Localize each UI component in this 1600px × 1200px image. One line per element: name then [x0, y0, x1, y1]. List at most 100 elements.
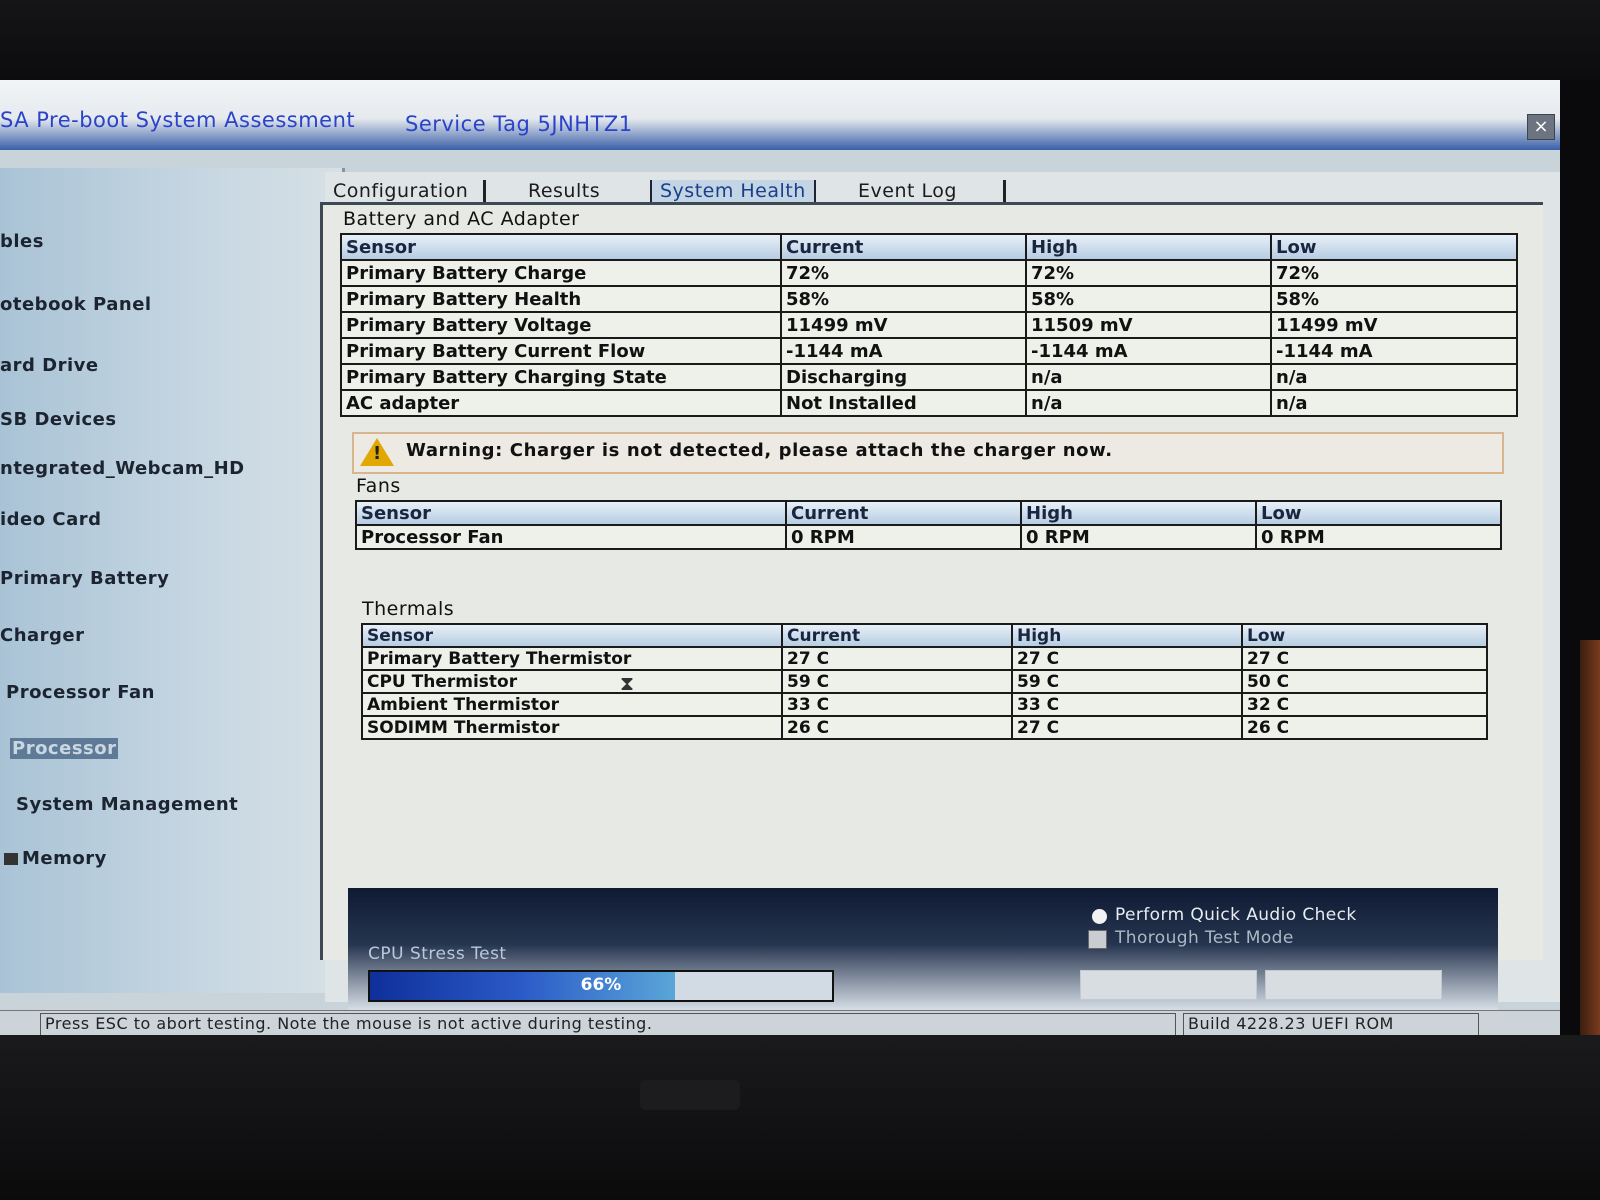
- tab-event-log[interactable]: Event Log: [850, 180, 965, 202]
- table-row: Primary Battery Charge 72% 72% 72%: [340, 259, 1518, 287]
- battery-table: Sensor Current High Low Primary Battery …: [340, 233, 1518, 417]
- table-cell: 32 C: [1241, 692, 1488, 717]
- table-row: Primary Battery Charging State Dischargi…: [340, 363, 1518, 391]
- table-row: CPU Thermistor 59 C 59 C 50 C: [361, 669, 1488, 694]
- cpu-stress-test-label: CPU Stress Test: [368, 944, 507, 964]
- table-cell: SODIMM Thermistor: [361, 715, 783, 740]
- thorough-test-label: Thorough Test Mode: [1115, 928, 1294, 948]
- column-header: Sensor: [361, 623, 783, 648]
- table-cell: CPU Thermistor: [361, 669, 783, 694]
- sidebar-item-primary-battery[interactable]: Primary Battery: [0, 568, 169, 589]
- table-cell: 27 C: [781, 646, 1013, 671]
- thermals-table: Sensor Current High Low Primary Battery …: [361, 623, 1488, 740]
- battery-section-title: Battery and AC Adapter: [343, 208, 580, 230]
- table-cell: -1144 mA: [780, 337, 1027, 365]
- column-header: High: [1020, 500, 1257, 526]
- table-row: Ambient Thermistor 33 C 33 C 32 C: [361, 692, 1488, 717]
- table-cell: 58%: [780, 285, 1027, 313]
- sidebar-item-hard-drive[interactable]: ard Drive: [0, 355, 99, 376]
- table-row: AC adapter Not Installed n/a n/a: [340, 389, 1518, 417]
- brand-logo: [640, 1080, 740, 1110]
- fans-section-title: Fans: [356, 475, 401, 497]
- table-cell: 26 C: [781, 715, 1013, 740]
- sidebar-item-tables[interactable]: bles: [0, 231, 44, 252]
- sidebar-item-processor-fan[interactable]: Processor Fan: [6, 682, 155, 703]
- memory-icon: [4, 853, 18, 865]
- table-cell: 27 C: [1241, 646, 1488, 671]
- warning-text: Warning: Charger is not detected, please…: [406, 440, 1113, 461]
- table-cell: 27 C: [1011, 646, 1243, 671]
- progress-percent: 66%: [580, 975, 622, 995]
- table-cell: Ambient Thermistor: [361, 692, 783, 717]
- status-message: Press ESC to abort testing. Note the mou…: [40, 1013, 1176, 1035]
- sidebar-item-system-management[interactable]: System Management: [16, 794, 238, 815]
- table-cell: n/a: [1025, 389, 1272, 417]
- table-cell: Primary Battery Current Flow: [340, 337, 782, 365]
- disabled-button[interactable]: [1265, 970, 1442, 1000]
- table-row: SODIMM Thermistor 26 C 27 C 26 C: [361, 715, 1488, 740]
- disabled-button[interactable]: [1080, 970, 1257, 1000]
- thermals-section-title: Thermals: [362, 598, 455, 620]
- column-header: High: [1025, 233, 1272, 261]
- sidebar-item-notebook-panel[interactable]: otebook Panel: [0, 294, 152, 315]
- table-cell: 0 RPM: [785, 524, 1022, 550]
- table-cell: AC adapter: [340, 389, 782, 417]
- service-tag: Service Tag 5JNHTZ1: [405, 112, 633, 136]
- column-header: Low: [1270, 233, 1518, 261]
- table-cell: 72%: [780, 259, 1027, 287]
- sidebar-item-memory[interactable]: Memory: [4, 848, 107, 869]
- sidebar-item-usb-devices[interactable]: SB Devices: [0, 409, 117, 430]
- table-cell: Discharging: [780, 363, 1027, 391]
- sidebar-item-processor[interactable]: Processor: [10, 738, 119, 759]
- tab-results[interactable]: Results: [520, 180, 608, 202]
- table-cell: 11499 mV: [1270, 311, 1518, 339]
- tab-configuration[interactable]: Configuration: [325, 180, 476, 202]
- table-cell: Processor Fan: [355, 524, 787, 550]
- sidebar-item-video-card[interactable]: ideo Card: [0, 509, 102, 530]
- screen: SA Pre-boot System Assessment Service Ta…: [0, 80, 1560, 1035]
- table-cell: 59 C: [781, 669, 1013, 694]
- table-cell: 27 C: [1011, 715, 1243, 740]
- table-header-row: Sensor Current High Low: [355, 500, 1502, 526]
- column-header: Sensor: [355, 500, 787, 526]
- table-cell: 33 C: [781, 692, 1013, 717]
- audio-check-radio[interactable]: [1092, 909, 1107, 924]
- table-cell: 33 C: [1011, 692, 1243, 717]
- table-header-row: Sensor Current High Low: [361, 623, 1488, 648]
- table-cell: n/a: [1270, 363, 1518, 391]
- charger-warning-banner: ! Warning: Charger is not detected, plea…: [352, 432, 1504, 474]
- table-cell: -1144 mA: [1270, 337, 1518, 365]
- thorough-test-checkbox[interactable]: [1088, 930, 1107, 949]
- table-row: Primary Battery Current Flow -1144 mA -1…: [340, 337, 1518, 365]
- table-cell: 0 RPM: [1255, 524, 1502, 550]
- table-cell: 72%: [1270, 259, 1518, 287]
- close-icon: ×: [1533, 116, 1549, 137]
- table-cell: 11509 mV: [1025, 311, 1272, 339]
- table-row: Primary Battery Thermistor 27 C 27 C 27 …: [361, 646, 1488, 671]
- table-cell: 58%: [1025, 285, 1272, 313]
- table-cell: 59 C: [1011, 669, 1243, 694]
- table-cell: Primary Battery Voltage: [340, 311, 782, 339]
- title-bar: SA Pre-boot System Assessment Service Ta…: [0, 80, 1560, 150]
- tab-system-health[interactable]: System Health: [650, 180, 816, 202]
- monitor-bezel-top: [0, 0, 1600, 80]
- table-cell: Primary Battery Charge: [340, 259, 782, 287]
- table-cell: 0 RPM: [1020, 524, 1257, 550]
- column-header: Sensor: [340, 233, 782, 261]
- close-button[interactable]: ×: [1527, 114, 1555, 140]
- table-row: Primary Battery Health 58% 58% 58%: [340, 285, 1518, 313]
- table-cell: Primary Battery Health: [340, 285, 782, 313]
- table-cell: 11499 mV: [780, 311, 1027, 339]
- sidebar-item-charger[interactable]: Charger: [0, 625, 85, 646]
- status-bar: Press ESC to abort testing. Note the mou…: [0, 1010, 1560, 1035]
- table-cell: n/a: [1025, 363, 1272, 391]
- table-cell: 50 C: [1241, 669, 1488, 694]
- app-title: SA Pre-boot System Assessment: [0, 108, 356, 132]
- table-header-row: Sensor Current High Low: [340, 233, 1518, 261]
- column-header: Low: [1241, 623, 1488, 648]
- table-cell: Primary Battery Thermistor: [361, 646, 783, 671]
- warning-triangle-icon: !: [360, 438, 394, 466]
- table-row: Primary Battery Voltage 11499 mV 11509 m…: [340, 311, 1518, 339]
- table-cell: 58%: [1270, 285, 1518, 313]
- sidebar-item-webcam[interactable]: ntegrated_Webcam_HD: [0, 458, 245, 479]
